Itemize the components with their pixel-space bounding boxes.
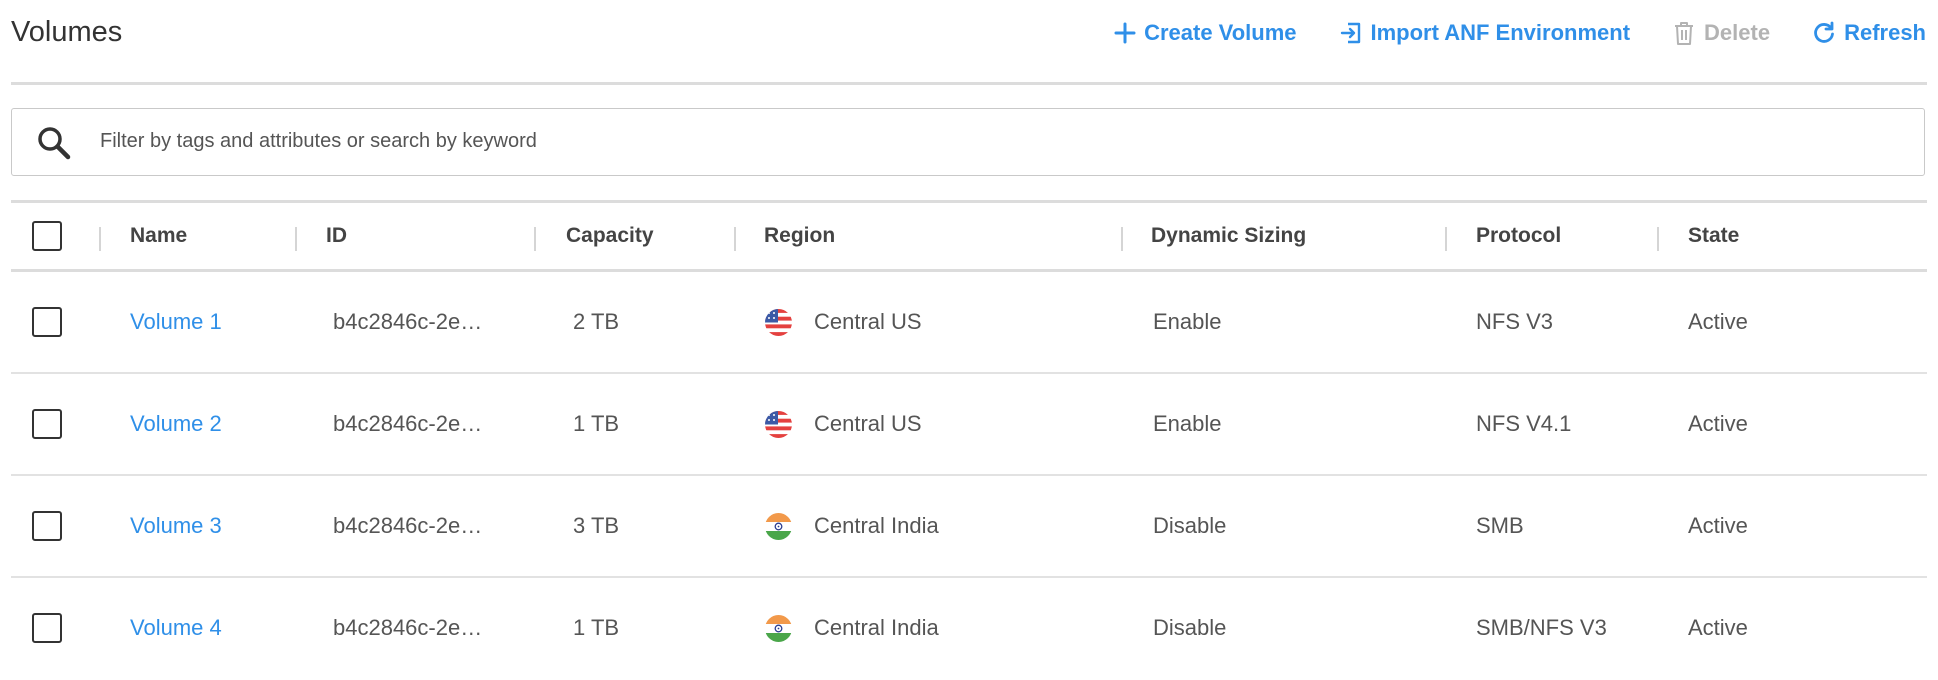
delete-label: Delete: [1704, 20, 1771, 45]
toolbar: Create Volume Import ANF Environment Del…: [1114, 20, 1926, 46]
table-row[interactable]: Volume 2 b4c2846c-2e… 1 TB Central US En…: [11, 374, 1927, 476]
volume-capacity: 3 TB: [573, 513, 620, 538]
volume-state: Active: [1688, 615, 1748, 640]
us-flag-icon: [765, 309, 792, 336]
page-header: Volumes Create Volume Import ANF Environ…: [0, 0, 1938, 85]
volume-protocol: SMB/NFS V3: [1476, 615, 1607, 640]
row-checkbox[interactable]: [32, 511, 62, 541]
table-row[interactable]: Volume 4 b4c2846c-2e… 1 TB Central India…: [11, 578, 1927, 680]
volume-protocol: NFS V4.1: [1476, 411, 1572, 436]
column-resize-handle[interactable]: [734, 227, 736, 251]
volume-region: Central US: [814, 411, 922, 436]
volume-name-link[interactable]: Volume 1: [130, 272, 222, 372]
search-box: [11, 108, 1925, 176]
india-flag-icon: [765, 513, 792, 540]
row-checkbox[interactable]: [32, 613, 62, 643]
volume-dynamic-sizing: Disable: [1153, 513, 1227, 538]
volume-capacity: 2 TB: [573, 309, 620, 334]
volume-protocol: SMB: [1476, 513, 1524, 538]
import-anf-environment-label: Import ANF Environment: [1370, 20, 1631, 45]
import-anf-environment-button[interactable]: Import ANF Environment: [1339, 20, 1631, 46]
column-resize-handle[interactable]: [1657, 227, 1659, 251]
column-resize-handle[interactable]: [1445, 227, 1447, 251]
refresh-label: Refresh: [1844, 20, 1926, 45]
column-resize-handle[interactable]: [534, 227, 536, 251]
volume-name-link[interactable]: Volume 2: [130, 374, 222, 474]
volume-region: Central India: [814, 615, 939, 640]
plus-icon: [1114, 22, 1136, 44]
table-row[interactable]: Volume 1 b4c2846c-2e… 2 TB Central US En…: [11, 272, 1927, 374]
table-row[interactable]: Volume 3 b4c2846c-2e… 3 TB Central India…: [11, 476, 1927, 578]
volume-id: b4c2846c-2e…: [333, 513, 483, 538]
column-header-capacity[interactable]: Capacity: [566, 203, 654, 269]
volume-region: Central India: [814, 513, 939, 538]
row-checkbox[interactable]: [32, 307, 62, 337]
row-checkbox[interactable]: [32, 409, 62, 439]
column-header-state[interactable]: State: [1688, 203, 1739, 269]
table-header: Name ID Capacity Region Dynamic Sizing P…: [11, 203, 1927, 269]
volume-state: Active: [1688, 309, 1748, 334]
volume-id: b4c2846c-2e…: [333, 411, 483, 436]
trash-icon: [1675, 22, 1694, 45]
refresh-button[interactable]: Refresh: [1812, 20, 1926, 46]
column-header-id[interactable]: ID: [326, 203, 347, 269]
volume-name-link[interactable]: Volume 4: [130, 578, 222, 678]
search-icon: [38, 127, 71, 160]
volume-state: Active: [1688, 513, 1748, 538]
search-input[interactable]: [88, 109, 1888, 174]
volumes-page: Volumes Create Volume Import ANF Environ…: [0, 0, 1938, 664]
header-divider: [11, 82, 1927, 85]
column-header-name[interactable]: Name: [130, 203, 187, 269]
column-resize-handle[interactable]: [1121, 227, 1123, 251]
import-icon: [1340, 22, 1360, 44]
volume-dynamic-sizing: Enable: [1153, 411, 1222, 436]
volume-dynamic-sizing: Disable: [1153, 615, 1227, 640]
volume-state: Active: [1688, 411, 1748, 436]
volume-id: b4c2846c-2e…: [333, 615, 483, 640]
column-header-region[interactable]: Region: [764, 203, 835, 269]
page-title: Volumes: [11, 16, 123, 48]
delete-button[interactable]: Delete: [1672, 20, 1770, 46]
volume-name-link[interactable]: Volume 3: [130, 476, 222, 576]
volume-capacity: 1 TB: [573, 411, 620, 436]
volume-id: b4c2846c-2e…: [333, 309, 483, 334]
volume-dynamic-sizing: Enable: [1153, 309, 1222, 334]
column-header-dynamic-sizing[interactable]: Dynamic Sizing: [1151, 203, 1306, 269]
select-all-checkbox[interactable]: [32, 221, 62, 251]
create-volume-button[interactable]: Create Volume: [1114, 20, 1297, 46]
volume-region: Central US: [814, 309, 922, 334]
column-resize-handle[interactable]: [99, 227, 101, 251]
us-flag-icon: [765, 411, 792, 438]
volume-protocol: NFS V3: [1476, 309, 1554, 334]
india-flag-icon: [765, 615, 792, 642]
refresh-icon: [1814, 21, 1834, 43]
column-header-protocol[interactable]: Protocol: [1476, 203, 1561, 269]
create-volume-label: Create Volume: [1144, 20, 1297, 45]
volume-capacity: 1 TB: [573, 615, 620, 640]
column-resize-handle[interactable]: [295, 227, 297, 251]
